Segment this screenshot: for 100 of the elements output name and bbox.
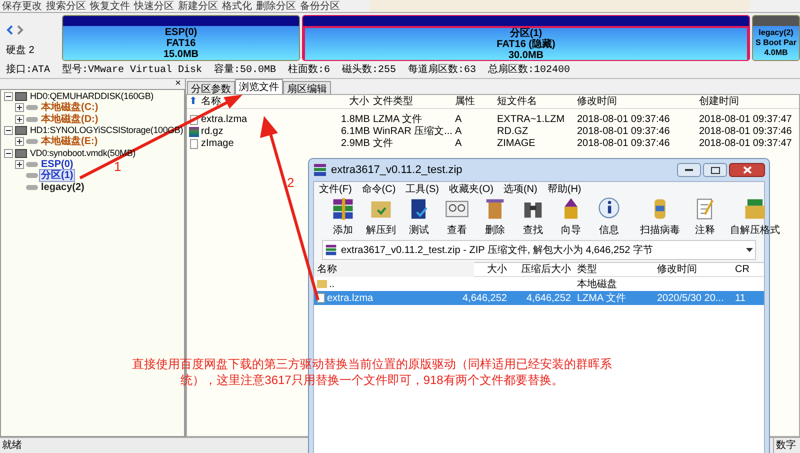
folder-icon	[317, 280, 327, 288]
toolbar-button[interactable]: 保存更改	[2, 0, 42, 12]
column-header[interactable]: 大小	[474, 262, 510, 277]
tree-item[interactable]: legacy(2)	[40, 182, 86, 193]
toolbar-button[interactable]: 自解压格式	[724, 196, 786, 238]
menu-item[interactable]: 收藏夹(O)	[449, 182, 494, 196]
list-row[interactable]: .. 本地磁盘	[314, 277, 764, 291]
menu-item[interactable]: 命令(C)	[362, 182, 396, 196]
table-cell: 2018-08-01 09:37:47	[699, 138, 792, 149]
column-header[interactable]: 修改时间	[575, 94, 697, 109]
tree-item[interactable]: 本地磁盘(C:)	[40, 102, 100, 114]
table-cell: 2.9MB	[341, 138, 370, 149]
drive-icon	[26, 173, 38, 178]
table-cell: 2018-08-01 09:37:46	[577, 126, 670, 137]
collapse-icon[interactable]	[4, 148, 13, 158]
toolbar-button[interactable]: 快速分区	[134, 0, 174, 12]
archive-icon	[189, 127, 199, 137]
file-icon	[190, 139, 198, 149]
tab[interactable]: 分区参数	[187, 81, 235, 94]
annotation-label: 1	[114, 160, 122, 174]
table-cell: A	[455, 138, 462, 149]
toolbar-button[interactable]: 向导	[552, 196, 590, 238]
minimize-button[interactable]	[677, 163, 701, 177]
table-cell: 2018-08-01 09:37:46	[577, 138, 670, 149]
archive-path: extra3617_v0.11.2_test.zip - ZIP 压缩文件, 解包大小为 4,646,252 字节	[341, 244, 653, 258]
column-header[interactable]: 创建时间	[697, 94, 789, 109]
expand-icon[interactable]	[15, 137, 24, 146]
menu-item[interactable]: 帮助(H)	[547, 182, 582, 196]
column-header[interactable]: 修改时间	[654, 262, 732, 277]
toolbar-button[interactable]: 添加	[324, 196, 362, 238]
partition-block[interactable]: ESP(0) FAT16 15.0MB	[62, 15, 300, 61]
table-cell: A	[455, 114, 462, 125]
tree-item[interactable]: 本地磁盘(E:)	[40, 136, 99, 148]
column-header[interactable]: 属性	[453, 94, 495, 109]
toolbar-button[interactable]: 查看	[438, 196, 476, 238]
menu-item[interactable]: 文件(F)	[319, 182, 352, 196]
close-button[interactable]	[729, 163, 765, 177]
table-cell: WinRAR 压缩文...	[373, 126, 452, 137]
toolbar-button[interactable]: 恢复文件	[90, 0, 130, 12]
dropdown-icon[interactable]	[746, 248, 753, 252]
table-cell-text: LZMA 文件	[577, 292, 626, 306]
table-cell-text: 11	[735, 292, 746, 306]
toolbar-button[interactable]: 搜索分区	[46, 0, 86, 12]
close-icon[interactable]: ×	[175, 79, 181, 89]
tree-item[interactable]: HD0:QEMUHARDDISK(160GB)	[29, 91, 154, 102]
partition-label: legacy(2)	[758, 28, 794, 38]
drive-icon	[26, 184, 38, 190]
menu-item[interactable]: 工具(S)	[406, 182, 440, 196]
toolbar-button[interactable]: 测试	[400, 196, 438, 238]
partition-label: 15.0MB	[163, 48, 198, 60]
tree-item[interactable]: 分区(1)	[40, 170, 74, 182]
collapse-icon[interactable]	[4, 126, 13, 136]
toolbar-button[interactable]: 查找	[514, 196, 552, 238]
table-cell[interactable]: rd.gz	[201, 126, 224, 137]
tab[interactable]: 扇区编辑	[283, 81, 331, 94]
toolbar-button[interactable]: 扫描病毒	[634, 196, 686, 238]
tree-item[interactable]: ESP(0)	[40, 158, 74, 170]
up-arrow-icon[interactable]: ⬆	[189, 94, 199, 109]
tab[interactable]: 浏览文件	[235, 79, 283, 94]
drive-icon	[26, 116, 38, 122]
toolbar-button[interactable]: 格式化	[222, 0, 252, 12]
tree-item[interactable]: 本地磁盘(D:)	[40, 114, 100, 125]
toolbar-button[interactable]: 解压到	[362, 196, 400, 238]
column-header[interactable]: CR	[732, 262, 754, 277]
partition-label: 30.0MB	[508, 50, 544, 60]
toolbar-button[interactable]: 删除分区	[256, 0, 296, 12]
column-header[interactable]: 类型	[574, 262, 654, 277]
toolbar-button[interactable]: 注释	[686, 196, 724, 238]
table-cell[interactable]: extra.lzma	[201, 114, 248, 125]
expand-icon[interactable]	[15, 103, 24, 112]
expand-icon[interactable]	[15, 114, 24, 124]
status-text: 就绪	[2, 438, 22, 453]
partition-block[interactable]: legacy(2) S Boot Par 4.0MB	[752, 15, 800, 61]
column-header[interactable]: 文件类型	[371, 94, 453, 109]
collapse-icon[interactable]	[4, 92, 13, 102]
table-cell[interactable]: zImage	[201, 138, 234, 149]
toolbar-button[interactable]: 删除	[476, 196, 514, 238]
table-cell: 6.1MB	[341, 126, 370, 137]
table-cell-text: 本地磁盘	[577, 278, 617, 292]
menu-item[interactable]: 选项(N)	[503, 182, 538, 196]
toolbar-button[interactable]: 新建分区	[178, 0, 218, 12]
maximize-button[interactable]	[703, 163, 727, 177]
drive-icon	[26, 162, 38, 167]
partition-block[interactable]: 分区(1) FAT16 (隐藏) 30.0MB	[302, 15, 750, 61]
column-header[interactable]: 名称	[314, 262, 474, 277]
books-stack-icon	[313, 163, 327, 177]
table-cell: EXTRA~1.LZM	[497, 114, 565, 125]
expand-icon[interactable]	[15, 160, 24, 169]
toolbar-button[interactable]: 备份分区	[300, 0, 340, 12]
disk-label: 硬盘 2	[6, 44, 36, 58]
column-header[interactable]: 压缩后大小	[510, 262, 574, 277]
column-header[interactable]: 名称	[199, 94, 339, 109]
window-title: extra3617_v0.11.2_test.zip	[331, 162, 462, 178]
table-cell-text: 4,646,252	[526, 292, 571, 306]
table-cell-text: extra.lzma	[327, 292, 374, 306]
table-cell-text: ..	[329, 278, 335, 292]
close-icon	[742, 166, 752, 174]
column-header[interactable]: 短文件名	[495, 94, 575, 109]
toolbar-button[interactable]: 信息	[590, 196, 628, 238]
column-header[interactable]: 大小	[339, 94, 371, 109]
